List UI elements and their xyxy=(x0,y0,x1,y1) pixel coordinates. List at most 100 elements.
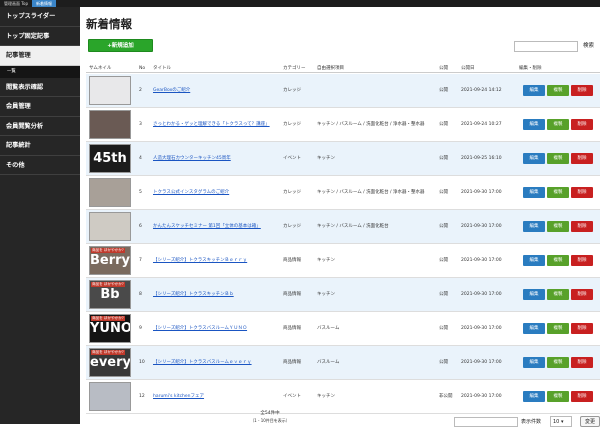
copy-button[interactable]: 複製 xyxy=(547,289,569,300)
sidebar-item-member-analytics[interactable]: 会員閲覧分析 xyxy=(0,117,80,136)
breadcrumb-home[interactable]: 管理画面 Top xyxy=(0,0,32,7)
edit-button[interactable]: 編集 xyxy=(523,357,545,368)
delete-button[interactable]: 削除 xyxy=(571,187,593,198)
delete-button[interactable]: 削除 xyxy=(571,391,593,402)
edit-button[interactable]: 編集 xyxy=(523,85,545,96)
copy-button[interactable]: 複製 xyxy=(547,323,569,334)
delete-button[interactable]: 削除 xyxy=(571,289,593,300)
table-row: 3 さっとわかる・ゲッと理解できる「トクラスって？講座」 カレッジ キッチン / バス… xyxy=(86,108,600,142)
row-free-select: キッチン / バスルーム / 洗面化粧台 / 浄水器・整水器 xyxy=(317,190,425,195)
article-title-link[interactable]: さっとわかる・ゲッと理解できる「トクラスって？講座」 xyxy=(153,108,270,141)
article-title-link[interactable]: GearBoxのご紹介 xyxy=(153,74,190,107)
add-new-button[interactable]: +新規追加 xyxy=(88,39,153,52)
search-input[interactable] xyxy=(514,41,578,52)
delete-button[interactable]: 削除 xyxy=(571,357,593,368)
row-status: 非公開 xyxy=(439,394,453,399)
per-page-select[interactable]: 10 ▾ xyxy=(550,416,572,427)
row-free-select: キッチン / バスルーム / 洗面化粧台 xyxy=(317,224,389,229)
sidebar-item-member-management[interactable]: 会員管理 xyxy=(0,97,80,117)
thumbnail-image xyxy=(89,178,131,207)
edit-button[interactable]: 編集 xyxy=(523,187,545,198)
sidebar-item-view-check[interactable]: 閲覧表示確認 xyxy=(0,78,80,97)
copy-button[interactable]: 複製 xyxy=(547,153,569,164)
article-title-link[interactable]: 人造大理石カウンターキッチン45周年 xyxy=(153,142,231,175)
edit-button[interactable]: 編集 xyxy=(523,289,545,300)
copy-button[interactable]: 複製 xyxy=(547,357,569,368)
thumbnail-image: 商品を ほかやかか? Bb xyxy=(89,280,131,309)
copy-button[interactable]: 複製 xyxy=(547,391,569,402)
row-free-select: キッチン / バスルーム / 洗面化粧台 / 浄水器・整水器 xyxy=(317,122,425,127)
row-date: 2021-09-24 10:27 xyxy=(461,122,502,127)
edit-button[interactable]: 編集 xyxy=(523,323,545,334)
thumbnail-text: Bb xyxy=(100,287,120,302)
edit-button[interactable]: 編集 xyxy=(523,153,545,164)
article-title-link[interactable]: かんたんスケッチセミナー 第1回「立体の基本は箱」 xyxy=(153,210,261,243)
edit-button[interactable]: 編集 xyxy=(523,221,545,232)
thumbnail-image: 商品を ほかやかか? YUNO xyxy=(89,314,131,343)
row-status: 公開 xyxy=(439,258,448,263)
sidebar-subitem-list[interactable]: 一覧 xyxy=(0,65,80,78)
row-number: 8 xyxy=(139,292,142,297)
total-count: 全54件中 xyxy=(260,411,280,416)
table-row: 6 かんたんスケッチセミナー 第1回「立体の基本は箱」 カレッジ キッチン / バスル… xyxy=(86,210,600,244)
copy-button[interactable]: 複製 xyxy=(547,119,569,130)
sidebar-item-article-management[interactable]: 記事管理 xyxy=(0,46,80,66)
row-category: 商品情報 xyxy=(283,360,301,365)
row-category: イベント xyxy=(283,156,301,161)
edit-button[interactable]: 編集 xyxy=(523,391,545,402)
copy-button[interactable]: 複製 xyxy=(547,187,569,198)
page-title: 新着情報 xyxy=(86,17,132,31)
delete-button[interactable]: 削除 xyxy=(571,255,593,266)
row-date: 2021-09-30 17:00 xyxy=(461,224,502,229)
copy-button[interactable]: 複製 xyxy=(547,221,569,232)
per-page-label: 表示件数 xyxy=(521,419,542,425)
edit-button[interactable]: 編集 xyxy=(523,119,545,130)
row-free-select: バスルーム xyxy=(317,326,340,331)
row-category: 商品情報 xyxy=(283,292,301,297)
article-title-link[interactable]: 【シリーズ紹介】トクラスキッチンＢｂ xyxy=(153,278,234,311)
delete-button[interactable]: 削除 xyxy=(571,119,593,130)
sidebar-item-other[interactable]: その他 xyxy=(0,156,80,175)
delete-button[interactable]: 削除 xyxy=(571,221,593,232)
row-status: 公開 xyxy=(439,190,448,195)
delete-button[interactable]: 削除 xyxy=(571,323,593,334)
delete-button[interactable]: 削除 xyxy=(571,153,593,164)
top-breadcrumb-bar: 管理画面 Top 新着情報 xyxy=(0,0,600,7)
page-input[interactable] xyxy=(454,417,518,427)
column-header-actions: 編集・削除 xyxy=(519,66,542,71)
article-title-link[interactable]: トクラス公式インスタグラムのご紹介 xyxy=(153,176,229,209)
row-date: 2021-09-24 14:12 xyxy=(461,88,502,93)
row-number: 7 xyxy=(139,258,142,263)
row-number: 4 xyxy=(139,156,142,161)
row-date: 2021-09-30 17:00 xyxy=(461,360,502,365)
search-button[interactable]: 検索 xyxy=(583,41,600,52)
sidebar-item-top-slider[interactable]: トップスライダー xyxy=(0,7,80,27)
article-title-link[interactable]: 【シリーズ紹介】トクラスバスルームＹＵＮＯ xyxy=(153,312,247,345)
table-row: 商品を ほかやかか? every 10 【シリーズ紹介】トクラスバスルームｅｖｅｒｙ 商… xyxy=(86,346,600,380)
row-status: 公開 xyxy=(439,122,448,127)
edit-button[interactable]: 編集 xyxy=(523,255,545,266)
row-number: 12 xyxy=(139,394,145,399)
copy-button[interactable]: 複製 xyxy=(547,85,569,96)
column-header-date: 公開日 xyxy=(461,66,475,71)
row-number: 9 xyxy=(139,326,142,331)
copy-button[interactable]: 複製 xyxy=(547,255,569,266)
delete-button[interactable]: 削除 xyxy=(571,85,593,96)
row-date: 2021-09-30 17:00 xyxy=(461,394,502,399)
sidebar-item-top-fixed-articles[interactable]: トップ固定記事 xyxy=(0,27,80,46)
thumbnail-image xyxy=(89,382,131,411)
per-page-value: 10 xyxy=(553,419,560,425)
article-title-link[interactable]: harumi's kitchenフェア xyxy=(153,380,204,413)
column-header-category: カテゴリー xyxy=(283,66,306,71)
row-status: 公開 xyxy=(439,224,448,229)
change-button[interactable]: 変更 xyxy=(580,416,600,427)
row-status: 公開 xyxy=(439,156,448,161)
article-title-link[interactable]: 【シリーズ紹介】トクラスバスルームｅｖｅｒｙ xyxy=(153,346,252,379)
row-status: 公開 xyxy=(439,88,448,93)
row-category: カレッジ xyxy=(283,190,301,195)
table-header: サムネイル No タイトル カテゴリー 自由選択項目 公開 公開日 編集・削除 xyxy=(86,64,600,73)
column-header-no: No xyxy=(139,66,146,71)
sidebar-item-article-statistics[interactable]: 記事統計 xyxy=(0,136,80,156)
article-title-link[interactable]: 【シリーズ紹介】トクラスキッチンＢｅｒｒｙ xyxy=(153,244,247,277)
breadcrumb-current[interactable]: 新着情報 xyxy=(32,0,57,7)
